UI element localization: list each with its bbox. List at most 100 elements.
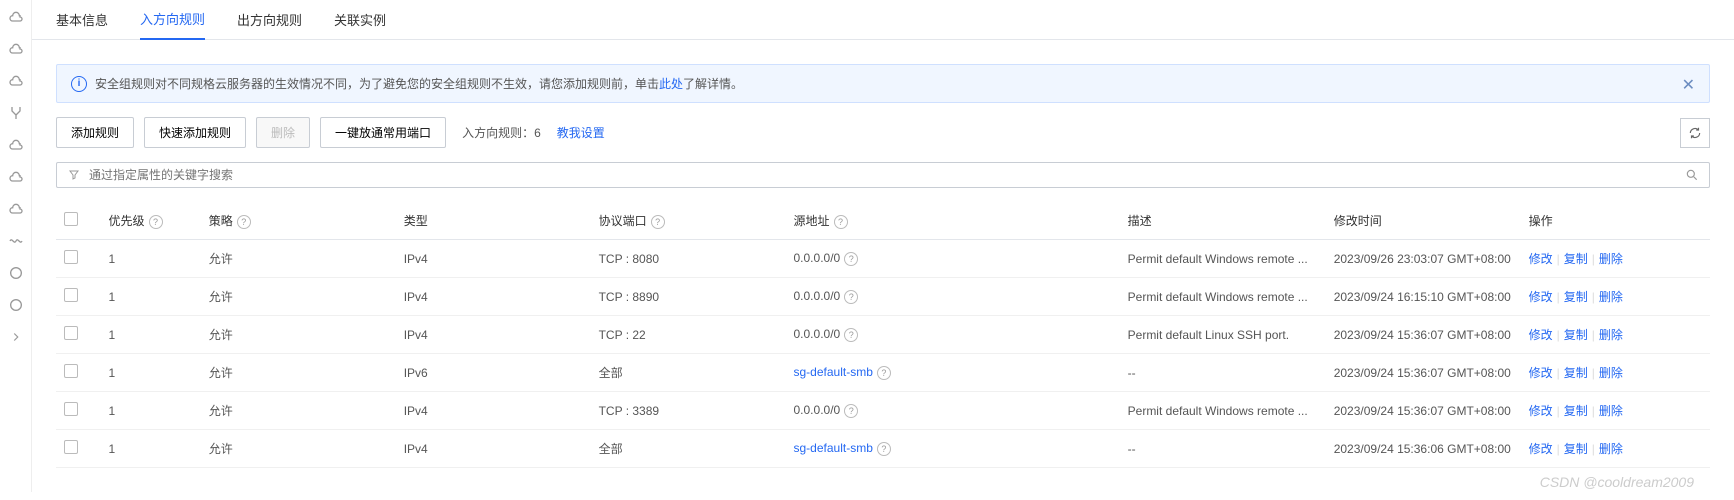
table-row: 1 允许 IPv4 TCP : 22 0.0.0.0/0? Permit def… bbox=[56, 316, 1710, 354]
row-checkbox[interactable] bbox=[64, 440, 78, 454]
modify-link[interactable]: 修改 bbox=[1529, 326, 1553, 343]
alert-text: 安全组规则对不同规格云服务器的生效情况不同，为了避免您的安全组规则不生效，请您添… bbox=[95, 75, 743, 92]
modify-link[interactable]: 修改 bbox=[1529, 250, 1553, 267]
tab-inbound-rules[interactable]: 入方向规则 bbox=[140, 0, 205, 40]
cell-priority: 1 bbox=[101, 354, 201, 392]
row-checkbox[interactable] bbox=[64, 288, 78, 302]
help-icon[interactable]: ? bbox=[844, 404, 858, 418]
info-icon: i bbox=[71, 76, 87, 92]
cell-protocol-port: TCP : 8890 bbox=[591, 278, 786, 316]
quick-add-rule-button[interactable]: 快速添加规则 bbox=[144, 117, 246, 148]
select-all-checkbox[interactable] bbox=[64, 212, 78, 226]
search-bar bbox=[56, 162, 1710, 188]
row-checkbox[interactable] bbox=[64, 402, 78, 416]
tab-basic-info[interactable]: 基本信息 bbox=[56, 0, 108, 39]
cell-source: 0.0.0.0/0? bbox=[786, 392, 1120, 430]
cell-strategy: 允许 bbox=[201, 240, 396, 278]
cell-type: IPv4 bbox=[396, 278, 591, 316]
cloud-icon[interactable] bbox=[7, 200, 25, 218]
alert-link[interactable]: 此处 bbox=[659, 77, 683, 91]
circle-icon[interactable] bbox=[7, 264, 25, 282]
add-rule-button[interactable]: 添加规则 bbox=[56, 117, 134, 148]
tab-outbound-rules[interactable]: 出方向规则 bbox=[237, 0, 302, 39]
delete-link[interactable]: 删除 bbox=[1599, 440, 1623, 457]
chevron-right-icon[interactable] bbox=[7, 328, 25, 346]
modify-link[interactable]: 修改 bbox=[1529, 364, 1553, 381]
delete-link[interactable]: 删除 bbox=[1599, 364, 1623, 381]
cell-type: IPv4 bbox=[396, 392, 591, 430]
row-checkbox[interactable] bbox=[64, 326, 78, 340]
cell-type: IPv4 bbox=[396, 316, 591, 354]
help-icon[interactable]: ? bbox=[844, 328, 858, 342]
cell-priority: 1 bbox=[101, 430, 201, 468]
search-input[interactable] bbox=[89, 168, 1677, 182]
col-actions: 操作 bbox=[1521, 202, 1710, 240]
source-link[interactable]: sg-default-smb bbox=[794, 365, 873, 379]
delete-link[interactable]: 删除 bbox=[1599, 402, 1623, 419]
info-alert: i 安全组规则对不同规格云服务器的生效情况不同，为了避免您的安全组规则不生效，请… bbox=[56, 64, 1710, 103]
cloud-icon[interactable] bbox=[7, 72, 25, 90]
help-icon[interactable]: ? bbox=[877, 366, 891, 380]
tutorial-link[interactable]: 教我设置 bbox=[557, 124, 605, 141]
row-checkbox[interactable] bbox=[64, 250, 78, 264]
search-icon[interactable] bbox=[1685, 168, 1699, 182]
wave-icon[interactable] bbox=[7, 232, 25, 250]
modify-link[interactable]: 修改 bbox=[1529, 402, 1553, 419]
copy-link[interactable]: 复制 bbox=[1564, 402, 1588, 419]
help-icon[interactable]: ? bbox=[844, 252, 858, 266]
copy-link[interactable]: 复制 bbox=[1564, 250, 1588, 267]
help-icon[interactable]: ? bbox=[149, 215, 163, 229]
cell-modify-time: 2023/09/24 16:15:10 GMT+08:00 bbox=[1326, 278, 1521, 316]
cloud-icon[interactable] bbox=[7, 8, 25, 26]
help-icon[interactable]: ? bbox=[877, 442, 891, 456]
help-icon[interactable]: ? bbox=[237, 215, 251, 229]
cell-protocol-port: TCP : 22 bbox=[591, 316, 786, 354]
cloud-icon[interactable] bbox=[7, 40, 25, 58]
row-checkbox[interactable] bbox=[64, 364, 78, 378]
cell-strategy: 允许 bbox=[201, 278, 396, 316]
close-icon[interactable]: ✕ bbox=[1682, 75, 1695, 95]
table-header-row: 优先级? 策略? 类型 协议端口? 源地址? 描述 修改时间 操作 bbox=[56, 202, 1710, 240]
col-description: 描述 bbox=[1120, 202, 1326, 240]
circle-icon[interactable] bbox=[7, 296, 25, 314]
source-text: 0.0.0.0/0 bbox=[794, 327, 841, 341]
cell-description: Permit default Windows remote ... bbox=[1120, 240, 1326, 278]
cell-strategy: 允许 bbox=[201, 430, 396, 468]
delete-button: 删除 bbox=[256, 117, 310, 148]
copy-link[interactable]: 复制 bbox=[1564, 364, 1588, 381]
cell-protocol-port: TCP : 8080 bbox=[591, 240, 786, 278]
help-icon[interactable]: ? bbox=[651, 215, 665, 229]
open-common-ports-button[interactable]: 一键放通常用端口 bbox=[320, 117, 446, 148]
source-link[interactable]: sg-default-smb bbox=[794, 441, 873, 455]
cloud-icon[interactable] bbox=[7, 136, 25, 154]
tab-related-instances[interactable]: 关联实例 bbox=[334, 0, 386, 39]
source-text: 0.0.0.0/0 bbox=[794, 289, 841, 303]
rule-count-label: 入方向规则：6 bbox=[462, 124, 541, 141]
cell-strategy: 允许 bbox=[201, 354, 396, 392]
cell-modify-time: 2023/09/24 15:36:07 GMT+08:00 bbox=[1326, 354, 1521, 392]
refresh-button[interactable] bbox=[1680, 118, 1710, 148]
table-row: 1 允许 IPv4 TCP : 8080 0.0.0.0/0? Permit d… bbox=[56, 240, 1710, 278]
cloud-icon[interactable] bbox=[7, 168, 25, 186]
help-icon[interactable]: ? bbox=[834, 215, 848, 229]
copy-link[interactable]: 复制 bbox=[1564, 288, 1588, 305]
col-protocol-port: 协议端口? bbox=[591, 202, 786, 240]
table-row: 1 允许 IPv4 全部 sg-default-smb? -- 2023/09/… bbox=[56, 430, 1710, 468]
copy-link[interactable]: 复制 bbox=[1564, 326, 1588, 343]
cell-description: Permit default Windows remote ... bbox=[1120, 392, 1326, 430]
source-text: 0.0.0.0/0 bbox=[794, 251, 841, 265]
rules-table: 优先级? 策略? 类型 协议端口? 源地址? 描述 修改时间 操作 1 允许 I… bbox=[56, 202, 1710, 468]
delete-link[interactable]: 删除 bbox=[1599, 250, 1623, 267]
help-icon[interactable]: ? bbox=[844, 290, 858, 304]
filter-icon[interactable] bbox=[67, 168, 81, 182]
copy-link[interactable]: 复制 bbox=[1564, 440, 1588, 457]
fork-icon[interactable] bbox=[7, 104, 25, 122]
cell-source: sg-default-smb? bbox=[786, 430, 1120, 468]
cell-source: 0.0.0.0/0? bbox=[786, 240, 1120, 278]
delete-link[interactable]: 删除 bbox=[1599, 288, 1623, 305]
modify-link[interactable]: 修改 bbox=[1529, 440, 1553, 457]
modify-link[interactable]: 修改 bbox=[1529, 288, 1553, 305]
cell-modify-time: 2023/09/26 23:03:07 GMT+08:00 bbox=[1326, 240, 1521, 278]
toolbar: 添加规则 快速添加规则 删除 一键放通常用端口 入方向规则：6 教我设置 bbox=[56, 117, 1710, 148]
delete-link[interactable]: 删除 bbox=[1599, 326, 1623, 343]
